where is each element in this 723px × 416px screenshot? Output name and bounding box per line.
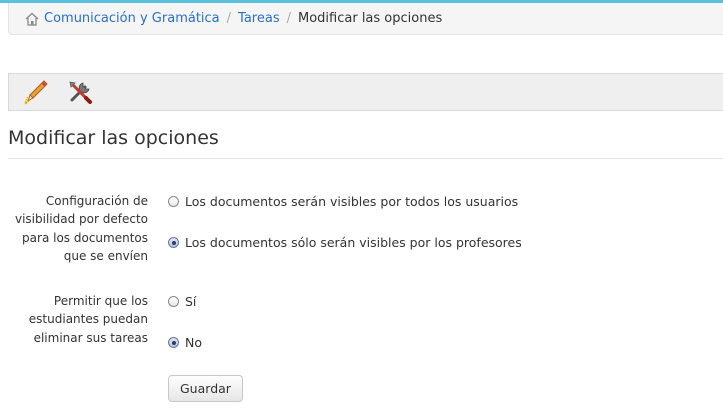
delete-setting-label: Permitir que los estudiantes puedan elim… xyxy=(8,292,148,347)
label-line: para los documentos xyxy=(22,230,148,245)
title-divider xyxy=(8,158,723,159)
visibility-option-all-users[interactable]: Los documentos serán visibles por todos … xyxy=(168,194,518,209)
option-label: Los documentos sólo serán visibles por l… xyxy=(185,235,522,250)
breadcrumb-separator: / xyxy=(286,11,291,26)
radio-button-selected[interactable] xyxy=(168,237,179,248)
label-line: estudiantes puedan xyxy=(28,312,148,327)
pencil-icon[interactable] xyxy=(21,77,51,107)
radio-button[interactable] xyxy=(168,296,179,307)
breadcrumb-current: Modificar las opciones xyxy=(298,11,443,26)
tools-icon[interactable] xyxy=(65,77,95,107)
label-line: Configuración de xyxy=(45,194,148,208)
breadcrumb-link-course[interactable]: Comunicación y Gramática xyxy=(44,11,220,26)
option-label: Sí xyxy=(185,294,197,309)
delete-option-yes[interactable]: Sí xyxy=(168,294,196,309)
visibility-setting-label: Configuración de visibilidad por defecto… xyxy=(8,192,148,265)
label-line: visibilidad por defecto xyxy=(14,212,148,227)
breadcrumb: Comunicación y Gramática / Tareas / Modi… xyxy=(8,3,723,35)
home-icon[interactable] xyxy=(24,12,40,26)
toolbar xyxy=(8,73,723,111)
delete-option-no[interactable]: No xyxy=(168,335,202,350)
option-label: No xyxy=(185,335,202,350)
option-label: Los documentos serán visibles por todos … xyxy=(185,194,519,209)
breadcrumb-link-tareas[interactable]: Tareas xyxy=(238,11,280,26)
visibility-option-teachers-only[interactable]: Los documentos sólo serán visibles por l… xyxy=(168,235,522,250)
radio-button-selected[interactable] xyxy=(168,337,179,348)
radio-button[interactable] xyxy=(168,196,179,207)
save-button[interactable]: Guardar xyxy=(168,375,243,402)
label-line: eliminar sus tareas xyxy=(33,330,148,345)
breadcrumb-separator: / xyxy=(226,11,232,26)
page-title: Modificar las opciones xyxy=(8,127,219,149)
label-line: que se envíen xyxy=(63,248,148,263)
label-line: Permitir que los xyxy=(53,294,148,308)
